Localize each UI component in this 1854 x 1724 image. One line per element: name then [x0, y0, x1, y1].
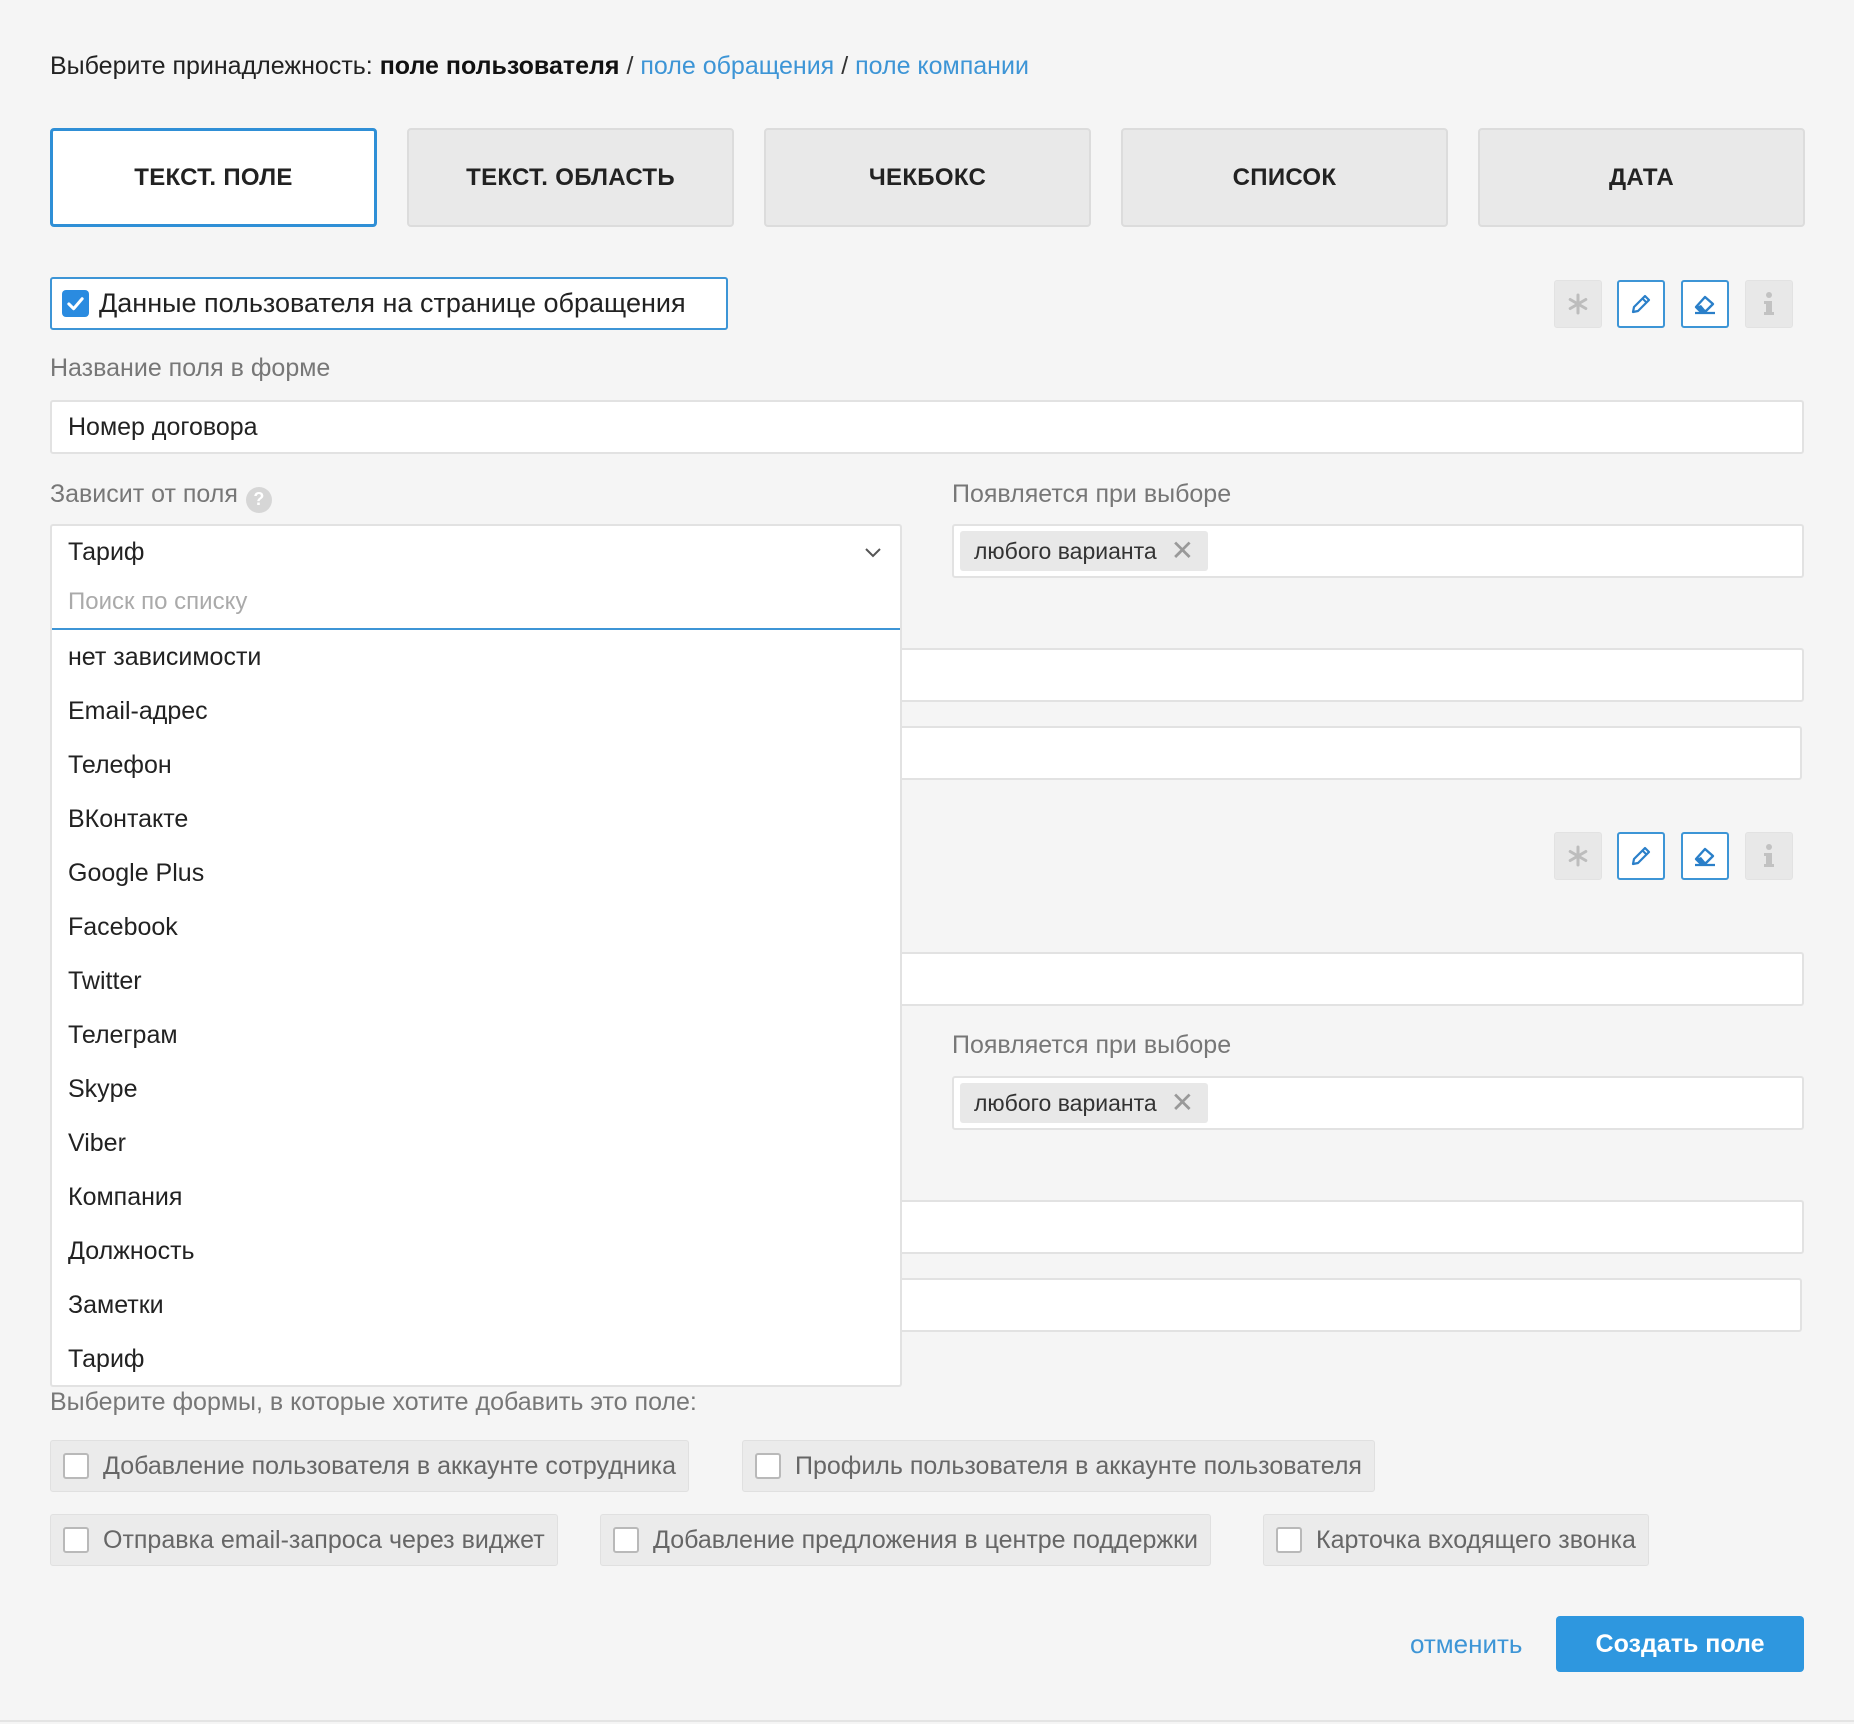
affiliation-selector: Выберите принадлежность: поле пользовате… — [50, 52, 1029, 81]
appears-on-input[interactable]: любого варианта ✕ — [952, 524, 1804, 578]
form-checkbox-label: Добавление предложения в центре поддержк… — [653, 1525, 1199, 1554]
close-icon[interactable]: ✕ — [1171, 1089, 1194, 1117]
depends-on-select[interactable]: Тариф — [50, 524, 902, 578]
eraser-icon — [1694, 295, 1715, 315]
clear-button[interactable] — [1681, 280, 1729, 328]
depends-on-selected: Тариф — [68, 537, 145, 566]
dropdown-option[interactable]: Google Plus — [52, 846, 900, 900]
info-icon — [1764, 844, 1774, 867]
tab-text-area[interactable]: ТЕКСТ. ОБЛАСТЬ — [407, 128, 734, 227]
help-icon[interactable]: ? — [245, 486, 272, 513]
checkbox-icon — [755, 1453, 781, 1479]
dropdown-option[interactable]: Телеграм — [52, 1008, 900, 1062]
dropdown-option[interactable]: Должность — [52, 1224, 900, 1278]
required-button[interactable] — [1554, 280, 1602, 328]
checkbox-icon — [613, 1527, 639, 1553]
depends-on-label-text: Зависит от поля — [50, 480, 238, 508]
cancel-button[interactable]: отменить — [1410, 1629, 1522, 1660]
text-input[interactable] — [880, 726, 1802, 780]
pencil-icon — [1631, 294, 1651, 314]
text-input[interactable] — [880, 952, 1804, 1006]
checkbox-icon — [63, 1527, 89, 1553]
depends-on-label: Зависит от поля? — [50, 480, 272, 513]
dropdown-option[interactable]: ВКонтакте — [52, 792, 900, 846]
asterisk-icon — [1568, 293, 1588, 315]
form-checkbox-support-center[interactable]: Добавление предложения в центре поддержк… — [600, 1514, 1212, 1566]
edit-button[interactable] — [1617, 832, 1665, 880]
form-checkbox-incoming-call[interactable]: Карточка входящего звонка — [1263, 1514, 1649, 1566]
appears-on-label: Появляется при выборе — [952, 480, 1232, 508]
info-icon — [1764, 292, 1774, 315]
dropdown-search-input[interactable]: Поиск по списку — [52, 576, 900, 630]
dropdown-option[interactable]: Facebook — [52, 900, 900, 954]
checkbox-icon — [63, 1453, 89, 1479]
dropdown-option[interactable]: Телефон — [52, 738, 900, 792]
user-data-checkbox[interactable]: Данные пользователя на странице обращени… — [50, 277, 728, 330]
appears-on-tag: любого варианта ✕ — [960, 531, 1209, 571]
form-checkbox-user-profile[interactable]: Профиль пользователя в аккаунте пользова… — [742, 1440, 1375, 1492]
form-checkbox-label: Профиль пользователя в аккаунте пользова… — [795, 1451, 1362, 1480]
checkbox-icon — [1276, 1527, 1302, 1553]
close-icon[interactable]: ✕ — [1171, 537, 1194, 565]
dropdown-option[interactable]: Twitter — [52, 954, 900, 1008]
form-checkbox-staff-add-user[interactable]: Добавление пользователя в аккаунте сотру… — [50, 1440, 689, 1492]
dropdown-options: нет зависимости Email-адрес Телефон ВКон… — [52, 630, 900, 1386]
appears-on-tag: любого варианта ✕ — [960, 1083, 1209, 1123]
required-button[interactable] — [1554, 832, 1602, 880]
create-field-button[interactable]: Создать поле — [1556, 1616, 1804, 1672]
tab-text-field[interactable]: ТЕКСТ. ПОЛЕ — [50, 128, 377, 227]
affiliation-company-link[interactable]: поле компании — [855, 52, 1029, 80]
dropdown-option[interactable]: Viber — [52, 1116, 900, 1170]
check-icon — [62, 290, 89, 317]
field-name-label: Название поля в форме — [50, 354, 331, 382]
forms-label: Выберите формы, в которые хотите добавит… — [50, 1388, 697, 1416]
tab-date[interactable]: ДАТА — [1478, 128, 1805, 227]
eraser-icon — [1694, 847, 1715, 867]
dropdown-option[interactable]: Тариф — [52, 1332, 900, 1386]
clear-button[interactable] — [1681, 832, 1729, 880]
dropdown-option[interactable]: Skype — [52, 1062, 900, 1116]
form-checkbox-label: Карточка входящего звонка — [1316, 1525, 1636, 1554]
form-checkbox-label: Отправка email-запроса через виджет — [103, 1525, 545, 1554]
user-data-label: Данные пользователя на странице обращени… — [99, 288, 686, 318]
appears-on-label: Появляется при выборе — [952, 1031, 1232, 1059]
dropdown-option[interactable]: Заметки — [52, 1278, 900, 1332]
appears-on-tag-label: любого варианта — [974, 1089, 1157, 1116]
info-button[interactable] — [1745, 832, 1793, 880]
form-checkbox-email-widget[interactable]: Отправка email-запроса через виджет — [50, 1514, 558, 1566]
asterisk-icon — [1568, 845, 1588, 867]
affiliation-ticket-link[interactable]: поле обращения — [640, 52, 834, 80]
text-input[interactable] — [880, 648, 1804, 702]
dropdown-option[interactable]: Компания — [52, 1170, 900, 1224]
dropdown-option[interactable]: нет зависимости — [52, 630, 900, 684]
affiliation-selected: поле пользователя — [379, 52, 620, 80]
affiliation-prefix: Выберите принадлежность: — [50, 52, 373, 80]
appears-on-input[interactable]: любого варианта ✕ — [952, 1076, 1804, 1130]
pencil-icon — [1631, 846, 1651, 866]
dropdown-option[interactable]: Email-адрес — [52, 684, 900, 738]
edit-button[interactable] — [1617, 280, 1665, 328]
divider — [0, 1720, 1854, 1722]
text-input[interactable] — [880, 1200, 1804, 1254]
form-checkbox-label: Добавление пользователя в аккаунте сотру… — [103, 1451, 676, 1480]
depends-on-dropdown: Поиск по списку нет зависимости Email-ад… — [50, 576, 902, 1387]
tab-list[interactable]: СПИСОК — [1121, 128, 1448, 227]
info-button[interactable] — [1745, 280, 1793, 328]
text-input[interactable] — [880, 1278, 1802, 1332]
field-name-input[interactable]: Номер договора — [50, 400, 1804, 454]
tab-checkbox[interactable]: ЧЕКБОКС — [764, 128, 1091, 227]
appears-on-tag-label: любого варианта — [974, 537, 1157, 564]
chevron-down-icon — [865, 548, 881, 558]
affiliation-separator: / — [626, 52, 634, 80]
affiliation-separator: / — [841, 52, 849, 80]
